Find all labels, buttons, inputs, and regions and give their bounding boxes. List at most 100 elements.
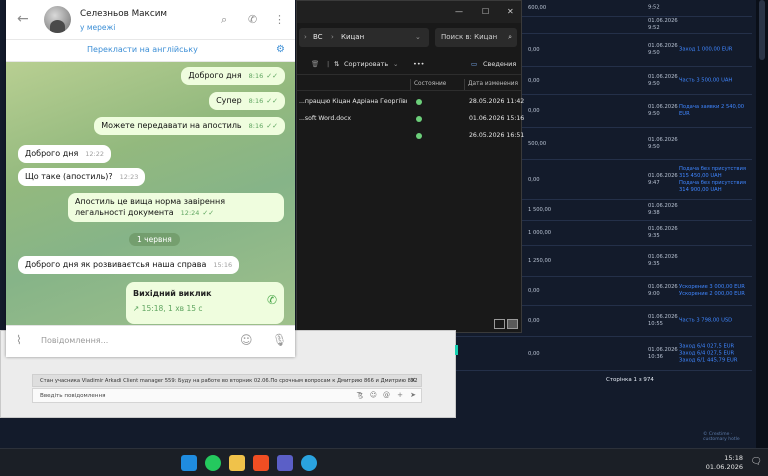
column-date-modified[interactable]: Дата изменения — [468, 81, 518, 87]
file-row[interactable]: 26.05.2026 16:51 — [297, 128, 524, 144]
details-view-icon[interactable] — [494, 319, 505, 329]
file-row[interactable]: ...праццю Кіцан Адріана Георгіївна пі...… — [297, 94, 525, 110]
clock-date: 01.06.2026 — [705, 462, 743, 471]
close-button[interactable]: ✕ — [507, 7, 514, 16]
delete-icon[interactable]: 🗑 — [311, 60, 319, 68]
date-cell: 01.06.2026 10:36 — [648, 346, 678, 360]
sync-status-icon — [416, 116, 422, 122]
windows-start-icon[interactable] — [181, 455, 197, 471]
file-row[interactable]: ...soft Word.docx 01.06.2026 15:16 — [297, 111, 524, 127]
message-text: Доброго дня — [25, 149, 79, 158]
send-icon[interactable]: ➤ — [410, 391, 416, 399]
brave-browser-icon[interactable] — [253, 455, 269, 471]
whatsapp-icon[interactable] — [205, 455, 221, 471]
tiles-view-icon[interactable] — [507, 319, 518, 329]
format-icon[interactable]: Ꜩ — [357, 391, 363, 399]
telegram-icon[interactable] — [301, 455, 317, 471]
chevron-down-icon[interactable]: ⌄ — [393, 60, 398, 68]
message-time: 8:16 — [248, 72, 264, 80]
chat-header: ← Селезньов Максим у мережі ⌕ ✆ ⋮ — [6, 0, 295, 40]
call-message[interactable]: Вихідний виклик ↗ 15:18, 1 хв 15 с ✆ — [126, 282, 284, 324]
more-options-button[interactable]: ••• — [413, 60, 425, 68]
breadcrumb-bc[interactable]: BC — [313, 33, 323, 41]
notification-icon[interactable]: 🗨 — [751, 457, 762, 467]
date-cell: 01.06.2026 9:38 — [648, 203, 678, 216]
column-divider[interactable] — [464, 79, 465, 90]
message-time: 8:16 — [248, 122, 264, 130]
message-input[interactable]: Введіть повідомлення Ꜩ ☺ @ + ➤ — [32, 388, 422, 403]
column-status[interactable]: Состояние — [414, 81, 446, 87]
date-cell: 01.06.2026 9:00 — [648, 284, 678, 297]
search-icon[interactable]: ⌕ — [221, 13, 227, 27]
mention-icon[interactable]: @ — [383, 391, 390, 399]
incoming-message[interactable]: Що таке (апостиль)? 12:23 — [18, 168, 146, 186]
file-name: ...праццю Кіцан Адріана Георгіївна пі... — [299, 98, 407, 105]
message-time: 8:16 — [248, 97, 264, 105]
outgoing-message[interactable]: Доброго дня 8:16 ✓✓ — [181, 67, 285, 85]
back-arrow-icon[interactable]: ← — [17, 11, 29, 27]
amount-cell: 0,00 — [528, 77, 540, 84]
translate-bar[interactable]: Перекласти на англійську ⚙ — [6, 40, 295, 62]
file-date: 28.05.2026 11:42 — [469, 98, 525, 105]
operation-link[interactable]: Часть 3 798,00 USD — [679, 318, 732, 325]
details-button[interactable]: Сведения — [483, 60, 516, 68]
compose-input[interactable]: Повідомлення... — [41, 336, 108, 345]
double-check-icon: ✓✓ — [202, 209, 215, 217]
contact-name[interactable]: Селезньов Максим — [80, 9, 167, 19]
operation-link[interactable]: Подача заявки 2 540,00 EUR — [679, 104, 744, 118]
operation-link[interactable]: Подача без присутствия 315 450,00 UAH По… — [679, 166, 746, 194]
amount-cell: 500,00 — [528, 140, 547, 147]
minimize-button[interactable]: — — [455, 7, 463, 16]
operation-link[interactable]: Ускорение 3 000,00 EUR Ускорение 2 000,0… — [679, 284, 745, 298]
transaction-row[interactable]: 0,00 01.06.2026 10:36 Заход 6/4 027,5 EUR … — [455, 337, 752, 371]
outgoing-message[interactable]: Апостиль це вища норма завірення легальн… — [68, 193, 284, 222]
telegram-window: ← Селезньов Максим у мережі ⌕ ✆ ⋮ Перекл… — [6, 0, 295, 357]
more-vertical-icon[interactable]: ⋮ — [274, 13, 285, 26]
amount-cell: 600,00 — [528, 5, 547, 11]
compose-bar: ⌇ Повідомлення... ☺ 🎙 — [6, 325, 295, 357]
operation-link[interactable]: Заход 1 000,00 EUR — [679, 47, 732, 54]
outgoing-message[interactable]: Можете передавати на апостиль 8:16 ✓✓ — [94, 117, 285, 135]
chevron-down-icon[interactable]: ⌄ — [415, 33, 421, 41]
operation-link[interactable]: Часть 3 500,00 UAH — [679, 77, 732, 84]
date-cell: 01.06.2026 9:50 — [648, 73, 678, 87]
command-bar: 🗑 | ⇅ Сортировать ⌄ ••• ▭ Сведения — [297, 53, 521, 75]
search-input[interactable]: Поиск в: Кицан ⌕ — [435, 28, 517, 47]
chevron-right-icon: › — [304, 33, 307, 41]
date-cell: 01.06.2026 9:50 — [648, 104, 678, 117]
attach-plus-icon[interactable]: + — [397, 391, 403, 399]
translate-button[interactable]: Перекласти на англійську — [87, 45, 198, 54]
incoming-message[interactable]: Доброго дня 12:22 — [18, 145, 111, 163]
call-details: ↗ 15:18, 1 хв 15 с — [133, 304, 203, 313]
breadcrumb-folder[interactable]: Кицан — [341, 33, 364, 41]
outgoing-message[interactable]: Супер 8:16 ✓✓ — [209, 92, 285, 110]
operation-link[interactable]: Заход 6/4 027,5 EUR Заход 6/4 027,5 EUR … — [679, 343, 737, 364]
outgoing-arrow-icon: ↗ — [133, 304, 142, 313]
message-list: Доброго дня 8:16 ✓✓ Супер 8:16 ✓✓ Можете пер… — [6, 62, 295, 325]
system-clock[interactable]: 15:18 01.06.2026 — [706, 454, 743, 471]
close-icon[interactable]: × — [410, 376, 416, 384]
microphone-icon[interactable]: 🎙 — [272, 333, 287, 347]
amount-cell: 0,00 — [528, 318, 540, 324]
amount-cell: 0,00 — [528, 47, 540, 53]
amount-cell: 0,00 — [528, 350, 540, 357]
avatar[interactable] — [44, 6, 71, 33]
amount-cell: 0,00 — [528, 108, 540, 114]
teams-icon[interactable] — [277, 455, 293, 471]
maximize-button[interactable]: ☐ — [482, 7, 489, 16]
file-explorer-icon[interactable] — [229, 455, 245, 471]
incoming-message[interactable]: Доброго дня як розвиваєтсья наша справа 1… — [18, 256, 240, 274]
amount-cell: 1 500,00 — [528, 207, 552, 213]
address-bar[interactable]: › BC › Кицан ⌄ — [299, 28, 429, 47]
page-scrollbar[interactable] — [756, 0, 768, 448]
attach-icon[interactable]: ⌇ — [16, 333, 22, 347]
emoji-icon[interactable]: ☺ — [240, 333, 253, 347]
settings-sliders-icon[interactable]: ⚙ — [276, 44, 285, 55]
sort-button[interactable]: Сортировать — [344, 60, 388, 68]
column-divider[interactable] — [410, 79, 411, 90]
scrollbar-thumb[interactable] — [759, 0, 765, 60]
phone-icon[interactable]: ✆ — [267, 293, 277, 307]
message-text: Що таке (апостиль)? — [25, 172, 113, 181]
phone-icon[interactable]: ✆ — [248, 13, 257, 26]
emoji-icon[interactable]: ☺ — [370, 391, 377, 399]
